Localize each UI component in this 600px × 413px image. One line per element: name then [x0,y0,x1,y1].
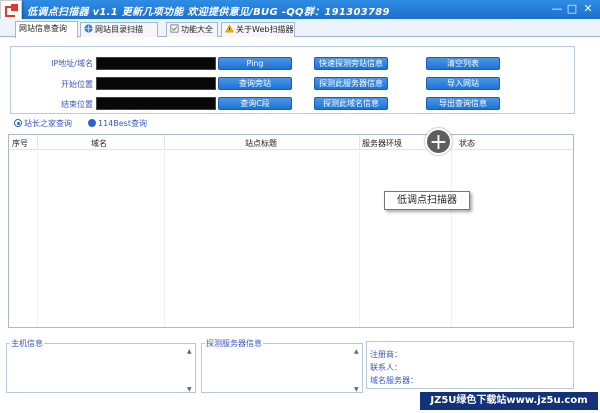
tab-label: 网站信息查询 [19,24,67,33]
tooltip: 低调点扫描器 [384,191,470,210]
results-table: 序号 域名 站点标题 服务器环境 状态 [8,134,574,328]
column-divider [37,135,38,149]
probe-server-button[interactable]: 探测此服务器信息 [314,77,388,90]
scroll-up-icon[interactable]: ▲ [354,348,359,355]
ip-input[interactable] [96,57,216,70]
column-site-title: 站点标题 [245,139,277,148]
import-site-button[interactable]: 导入网站 [426,77,500,90]
column-domain: 域名 [91,139,107,148]
server-probe-title: 探测服务器信息 [205,338,263,349]
registrant-label: 注册商： [370,350,402,359]
radio-label: 站长之家查询 [24,119,72,128]
plus-icon[interactable]: + [425,128,452,155]
fast-side-probe-button[interactable]: 快速探测旁站信息 [314,57,388,70]
server-probe-scrollbar[interactable]: ▲ ▼ [354,348,362,393]
whois-group: 注册商： 联系人： 域名服务器： [366,341,574,389]
column-divider [451,149,452,327]
contact-label: 联系人： [370,363,402,372]
column-divider [359,149,360,327]
start-input[interactable] [96,77,216,90]
clear-list-button[interactable]: 清空列表 [426,57,500,70]
globe-icon [84,24,93,33]
column-divider [164,135,165,149]
minimize-button[interactable]: — [551,3,563,15]
server-probe-group: 探测服务器信息 ▲ ▼ [201,338,363,393]
radio-chinaz[interactable]: 站长之家查询 [14,118,72,129]
radio-unselected-icon [88,119,96,127]
host-info-title: 主机信息 [10,338,44,349]
host-info-scrollbar[interactable]: ▲ ▼ [187,348,195,393]
ping-button[interactable]: Ping [218,57,292,70]
tab-label: 功能大全 [181,25,213,34]
scroll-up-icon[interactable]: ▲ [187,348,192,355]
window-title: 低调点扫描器 v1.1 更新几项功能 欢迎提供意见/BUG -QQ群：19130… [27,7,390,18]
maximize-button[interactable]: □ [566,3,578,15]
radio-114best[interactable]: 114Best查询 [88,118,147,129]
warning-icon [225,24,234,33]
dns-label: 域名服务器： [370,376,418,385]
tab-dir-scan[interactable]: 网站目录扫描 [80,22,158,37]
tab-features[interactable]: 功能大全 [166,22,218,37]
query-side-button[interactable]: 查询旁站 [218,77,292,90]
title-bar: 低调点扫描器 v1.1 更新几项功能 欢迎提供意见/BUG -QQ群：19130… [0,0,600,19]
tab-site-info[interactable]: 网站信息查询 [15,21,78,38]
radio-selected-icon [14,119,22,127]
probe-domain-button[interactable]: 探测此域名信息 [314,97,388,110]
column-divider [37,149,38,327]
ip-label: IP地址/域名 [51,59,93,68]
scroll-down-icon[interactable]: ▼ [187,386,192,393]
radio-label: 114Best查询 [98,119,147,128]
close-button[interactable]: ✕ [582,3,594,15]
tab-label: 网站目录扫描 [95,25,143,34]
column-status: 状态 [459,139,475,148]
watermark: JZ5U绿色下载站www.jz5u.com [420,392,598,410]
column-index: 序号 [12,139,28,148]
column-server-env: 服务器环境 [362,139,402,148]
tab-about[interactable]: 关于Web扫描器 [221,22,295,37]
checklist-icon [170,24,179,33]
start-label: 开始位置 [61,80,93,89]
column-divider [359,135,360,149]
column-divider [164,149,165,327]
end-input[interactable] [96,97,216,110]
tab-label: 关于Web扫描器 [236,25,294,34]
host-info-group: 主机信息 ▲ ▼ [6,338,196,393]
header-divider [9,149,573,150]
query-panel: IP地址/域名 开始位置 结束位置 Ping 查询旁站 查询C段 快速探测旁站信… [10,46,575,114]
end-label: 结束位置 [61,100,93,109]
query-c-button[interactable]: 查询C段 [218,97,292,110]
tab-bar: 网站信息查询 网站目录扫描 功能大全 关于Web扫描器 [0,19,600,38]
scroll-down-icon[interactable]: ▼ [354,386,359,393]
export-info-button[interactable]: 导出查询信息 [426,97,500,110]
